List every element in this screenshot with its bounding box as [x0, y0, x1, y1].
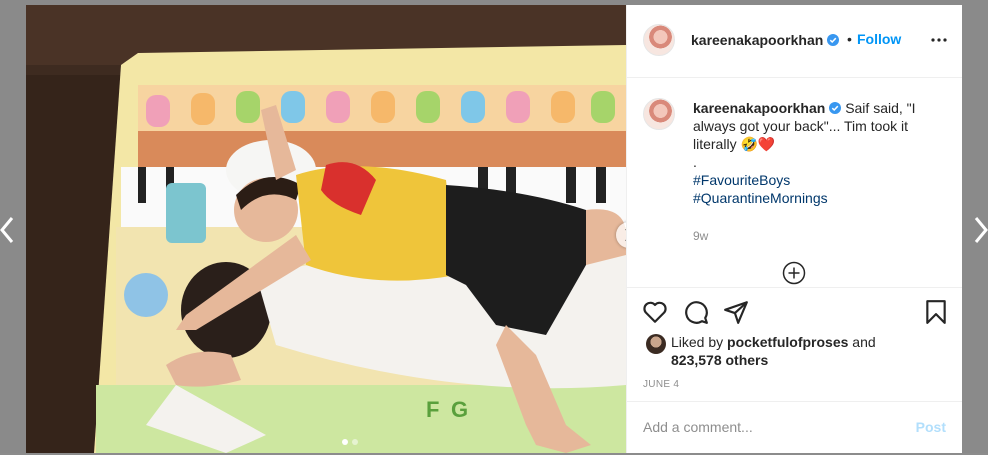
caption-section: kareenakapoorkhan Saif said, "I always g… [627, 78, 962, 285]
previous-post-button[interactable] [0, 212, 18, 248]
follow-separator: • [847, 31, 852, 47]
heart-icon[interactable] [642, 299, 668, 325]
carousel-dot [342, 439, 348, 445]
caption-username-text: kareenakapoorkhan [693, 100, 826, 116]
comment-bar: Add a comment... Post [627, 401, 962, 455]
likes-count-link[interactable]: 823,578 others [671, 352, 768, 368]
photo-image: AF G [26, 5, 626, 453]
username-text: kareenakapoorkhan [691, 32, 824, 48]
next-post-button[interactable] [970, 212, 988, 248]
liked-by-user-link[interactable]: pocketfulofproses [727, 334, 848, 350]
verified-badge-icon [829, 102, 842, 114]
chevron-right-icon [974, 217, 988, 243]
svg-text:G: G [451, 397, 468, 422]
post-details-panel: kareenakapoorkhan • Follow kareenakapoor… [626, 5, 962, 453]
liked-by-prefix: Liked by [671, 334, 728, 350]
liked-by-and: and [848, 334, 876, 350]
post-actions: Liked by pocketfulofproses and 823,578 ot… [627, 287, 962, 454]
carousel-indicator [342, 439, 358, 445]
post-date[interactable]: JUNE 4 [643, 379, 679, 390]
verified-badge-icon [827, 34, 840, 46]
hashtag-link[interactable]: #QuarantineMornings [693, 189, 949, 207]
chevron-left-icon [0, 217, 14, 243]
caption-dot: . [693, 154, 697, 170]
follow-button[interactable]: Follow [857, 31, 901, 47]
share-icon[interactable] [723, 299, 749, 325]
caption-username[interactable]: kareenakapoorkhan [693, 100, 842, 116]
comment-icon[interactable] [683, 299, 709, 325]
load-more-comments-icon[interactable] [782, 261, 806, 285]
caption-text: kareenakapoorkhan Saif said, "I always g… [693, 99, 949, 207]
save-bookmark-icon[interactable] [923, 299, 949, 325]
post-comment-button[interactable]: Post [916, 419, 946, 435]
username-link[interactable]: kareenakapoorkhan [691, 32, 840, 48]
avatar[interactable] [643, 98, 675, 130]
post-time[interactable]: 9w [693, 229, 708, 243]
post-photo[interactable]: AF G [26, 5, 626, 453]
carousel-dot [352, 439, 358, 445]
liked-by-avatar[interactable] [646, 334, 666, 354]
svg-text:F: F [426, 397, 439, 422]
hashtag-link[interactable]: #FavouriteBoys [693, 171, 949, 189]
more-options-icon[interactable] [930, 31, 948, 49]
comment-input[interactable]: Add a comment... [643, 419, 753, 435]
post-header: kareenakapoorkhan • Follow [627, 5, 962, 78]
liked-by-text: Liked by pocketfulofproses and 823,578 ot… [671, 333, 951, 369]
avatar[interactable] [643, 24, 675, 56]
